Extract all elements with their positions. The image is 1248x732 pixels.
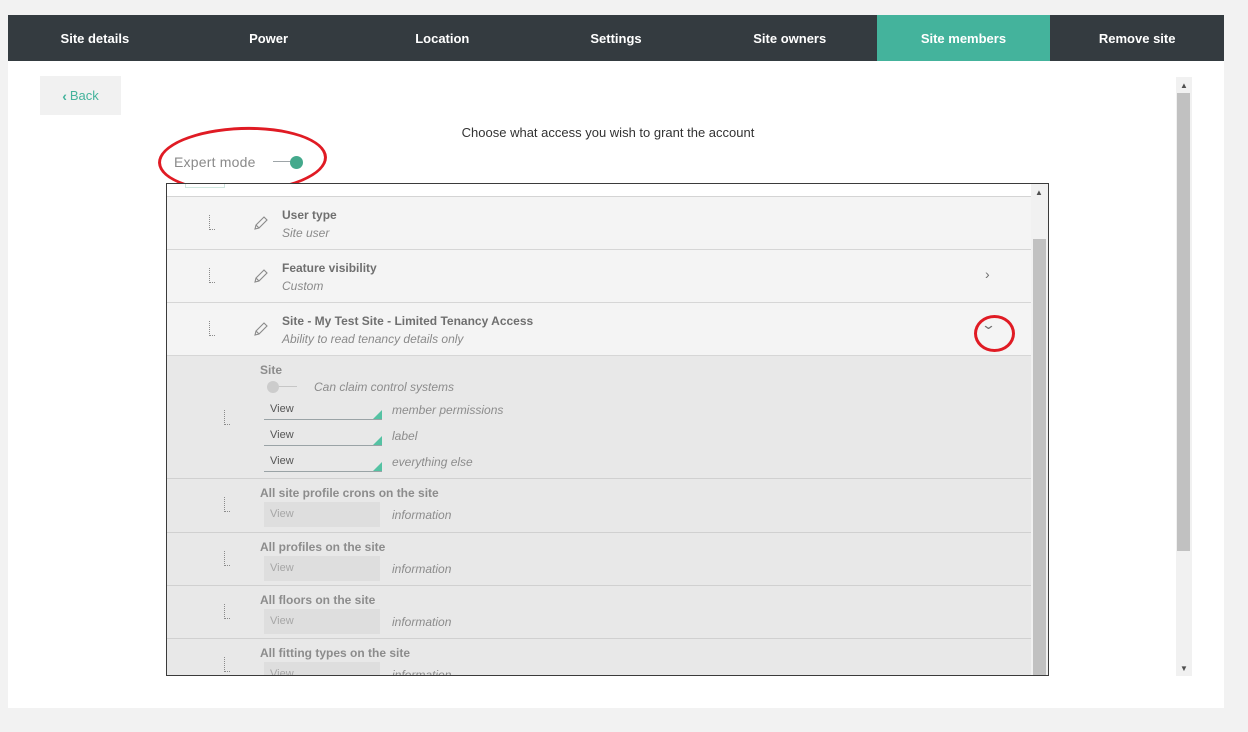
- tree-connector: [224, 551, 230, 566]
- disabled-select: View: [264, 502, 380, 527]
- list-top-strip: [167, 184, 1031, 197]
- group-title: All site profile crons on the site: [260, 486, 439, 500]
- row-title: Site - My Test Site - Limited Tenancy Ac…: [282, 314, 534, 328]
- back-label: Back: [69, 88, 99, 103]
- main-panel: ‹ Back Choose what access you wish to gr…: [8, 61, 1224, 708]
- tree-connector: [209, 215, 215, 230]
- group-hint: information: [392, 668, 452, 676]
- claim-control-toggle[interactable]: [267, 381, 299, 393]
- site-permissions-group: Site Can claim control systems View memb…: [167, 356, 1031, 479]
- tab-location[interactable]: Location: [355, 15, 529, 61]
- scroll-up-arrow-icon[interactable]: ▲: [1031, 184, 1047, 200]
- select-value: View: [270, 429, 294, 441]
- tab-remove-site[interactable]: Remove site: [1050, 15, 1224, 61]
- pencil-icon[interactable]: [252, 267, 270, 285]
- back-button[interactable]: ‹ Back: [40, 76, 121, 115]
- scrollbar-thumb[interactable]: [1177, 93, 1190, 551]
- select-hint: member permissions: [392, 403, 504, 417]
- expert-mode-label: Expert mode: [174, 154, 256, 170]
- group-title: All fitting types on the site: [260, 646, 411, 660]
- row-subtitle: Site user: [282, 226, 330, 240]
- toggle-knob: [289, 156, 303, 169]
- scrollbar-thumb[interactable]: [1033, 239, 1046, 675]
- scroll-up-arrow-icon[interactable]: ▲: [1176, 77, 1192, 93]
- row-title: Feature visibility: [282, 261, 377, 275]
- tree-connector: [224, 497, 230, 512]
- top-nav: Site details Power Location Settings Sit…: [8, 15, 1224, 61]
- group-hint: information: [392, 615, 452, 629]
- permission-group: All site profile crons on the site View …: [167, 479, 1031, 533]
- tab-site-members[interactable]: Site members: [876, 15, 1051, 61]
- tab-site-owners[interactable]: Site owners: [703, 15, 877, 61]
- chevron-left-icon: ‹: [62, 87, 67, 104]
- row-subtitle: Ability to read tenancy details only: [282, 332, 464, 346]
- select-value: View: [270, 455, 294, 467]
- expert-mode-control: Expert mode: [174, 154, 303, 170]
- dropdown-corner-icon: [373, 410, 382, 419]
- permission-group: All profiles on the site View informatio…: [167, 533, 1031, 586]
- tree-connector: [224, 604, 230, 619]
- tree-connector: [224, 657, 230, 672]
- permission-row-user-type[interactable]: User type Site user: [167, 197, 1031, 250]
- row-subtitle: Custom: [282, 279, 324, 293]
- permissions-list-content: User type Site user Feature visibility C…: [167, 184, 1031, 676]
- label-select[interactable]: View: [264, 426, 382, 446]
- disabled-select: View: [264, 662, 380, 675]
- tree-connector: [209, 321, 215, 336]
- page-heading: Choose what access you wish to grant the…: [461, 125, 755, 140]
- pencil-icon[interactable]: [252, 320, 270, 338]
- permission-group: All fitting types on the site View infor…: [167, 639, 1031, 676]
- select-hint: everything else: [392, 455, 473, 469]
- select-hint: label: [392, 429, 418, 443]
- tree-connector: [224, 410, 230, 425]
- tab-site-details[interactable]: Site details: [8, 15, 182, 61]
- disabled-select: View: [264, 556, 380, 581]
- group-hint: information: [392, 508, 452, 522]
- disabled-select: View: [264, 609, 380, 634]
- claim-control-label: Can claim control systems: [314, 380, 455, 394]
- chevron-right-icon[interactable]: ›: [985, 266, 990, 282]
- chevron-down-icon[interactable]: ⌄: [981, 317, 996, 333]
- tab-power[interactable]: Power: [182, 15, 356, 61]
- permission-group: All floors on the site View information: [167, 586, 1031, 639]
- group-title: All floors on the site: [260, 593, 376, 607]
- tab-settings[interactable]: Settings: [529, 15, 703, 61]
- select-value: View: [270, 403, 294, 415]
- toggle-knob: [267, 381, 279, 393]
- pencil-icon[interactable]: [252, 214, 270, 232]
- group-title: All profiles on the site: [260, 540, 386, 554]
- everything-else-select[interactable]: View: [264, 452, 382, 472]
- row-title: User type: [282, 208, 337, 222]
- permission-row-site-access[interactable]: Site - My Test Site - Limited Tenancy Ac…: [167, 303, 1031, 356]
- dropdown-corner-icon: [373, 462, 382, 471]
- site-group-title: Site: [260, 363, 283, 377]
- dropdown-corner-icon: [373, 436, 382, 445]
- list-scrollbar[interactable]: ▲: [1031, 184, 1048, 675]
- tree-connector: [209, 268, 215, 283]
- permissions-list: User type Site user Feature visibility C…: [166, 183, 1049, 676]
- scroll-down-arrow-icon[interactable]: ▼: [1176, 660, 1192, 676]
- expert-mode-toggle[interactable]: [272, 155, 303, 169]
- permission-row-feature-visibility[interactable]: Feature visibility Custom ›: [167, 250, 1031, 303]
- group-hint: information: [392, 562, 452, 576]
- member-permissions-select[interactable]: View: [264, 400, 382, 420]
- page-scrollbar[interactable]: ▲ ▼: [1176, 77, 1192, 676]
- clipped-element: [185, 184, 225, 188]
